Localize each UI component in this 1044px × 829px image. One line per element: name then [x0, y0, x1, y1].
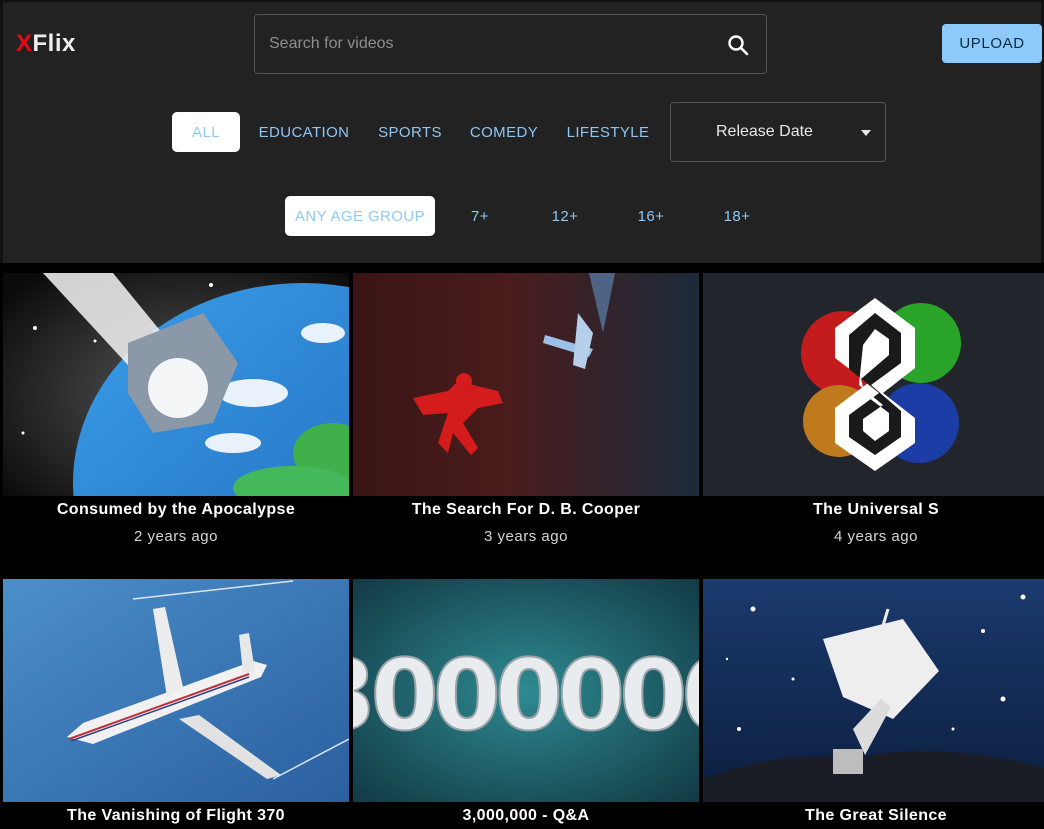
video-card[interactable]: Consumed by the Apocalypse 2 years ago: [3, 273, 349, 545]
video-release-age: 4 years ago: [834, 528, 918, 545]
search-icon[interactable]: [726, 33, 750, 57]
search-input[interactable]: [255, 15, 695, 73]
video-thumbnail[interactable]: [703, 273, 1044, 496]
video-title[interactable]: The Universal S: [703, 501, 1044, 521]
video-card[interactable]: 3000000 3,000,000 - Q&A: [353, 579, 699, 827]
genre-chip-education[interactable]: EDUCATION: [252, 112, 356, 152]
thumbnail-big-number: 3000000: [353, 639, 699, 753]
video-title[interactable]: The Search For D. B. Cooper: [353, 501, 699, 521]
age-filter-bar: ANY AGE GROUP 7+ 12+ 16+ 18+: [3, 196, 1041, 236]
caret-down-icon: [861, 130, 871, 136]
age-chip-7[interactable]: 7+: [458, 196, 502, 236]
video-grid: Consumed by the Apocalypse 2 years ago T…: [0, 263, 1044, 829]
video-card[interactable]: The Vanishing of Flight 370: [3, 579, 349, 827]
video-card[interactable]: The Search For D. B. Cooper 3 years ago: [353, 273, 699, 545]
video-title[interactable]: The Great Silence: [703, 807, 1044, 827]
video-card[interactable]: The Universal S 4 years ago: [703, 273, 1044, 545]
genre-chip-all[interactable]: ALL: [172, 112, 240, 152]
age-chip-any[interactable]: ANY AGE GROUP: [285, 196, 435, 236]
age-chip-12[interactable]: 12+: [543, 196, 587, 236]
sort-selected-value: Release Date: [716, 123, 813, 140]
genre-chip-comedy[interactable]: COMEDY: [464, 112, 544, 152]
video-thumbnail[interactable]: [353, 273, 699, 496]
video-title[interactable]: 3,000,000 - Q&A: [353, 807, 699, 827]
video-release-age: 2 years ago: [134, 528, 218, 545]
upload-button[interactable]: UPLOAD: [942, 24, 1042, 63]
age-chip-18[interactable]: 18+: [715, 196, 759, 236]
video-thumbnail[interactable]: [3, 273, 349, 496]
xflix-logo[interactable]: XFlix: [16, 30, 76, 58]
video-thumbnail[interactable]: [703, 579, 1044, 802]
app-header: XFlix UPLOAD ALL EDUCATION SPORTS COMEDY…: [0, 0, 1044, 263]
search-bar: [254, 14, 767, 74]
video-thumbnail[interactable]: [3, 579, 349, 802]
age-chip-16[interactable]: 16+: [629, 196, 673, 236]
video-release-age: 3 years ago: [484, 528, 568, 545]
sort-select[interactable]: Release Date: [670, 102, 886, 162]
genre-chip-sports[interactable]: SPORTS: [370, 112, 450, 152]
video-title[interactable]: Consumed by the Apocalypse: [3, 501, 349, 521]
logo-text: Flix: [32, 30, 76, 57]
video-card[interactable]: The Great Silence: [703, 579, 1044, 827]
video-title[interactable]: The Vanishing of Flight 370: [3, 807, 349, 827]
genre-chip-lifestyle[interactable]: LIFESTYLE: [559, 112, 657, 152]
video-thumbnail[interactable]: 3000000: [353, 579, 699, 802]
logo-x: X: [16, 30, 33, 57]
